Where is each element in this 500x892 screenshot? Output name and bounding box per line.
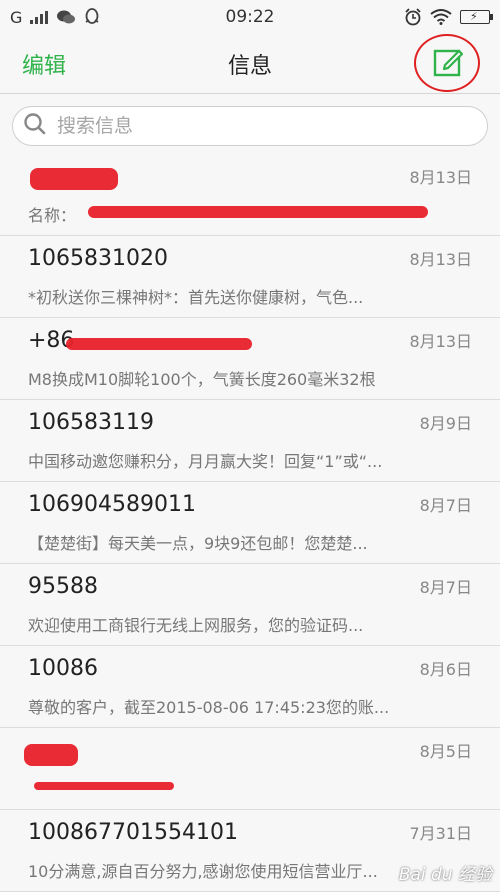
sender-name: 10086770155410​1 [28, 820, 238, 845]
message-date: 8月7日 [419, 496, 472, 515]
search-input[interactable] [55, 114, 439, 138]
message-item[interactable]: 10086 8月6日 尊敬的客户，截至2015-08-06 17:45:23您的… [0, 646, 500, 728]
nav-bar: 编辑 信息 [0, 33, 500, 94]
redaction-mark [34, 782, 174, 790]
message-date: 8月13日 [409, 332, 472, 351]
redaction-mark [88, 206, 428, 218]
sender-name: 95588 [28, 574, 98, 599]
message-preview: M8换成M10脚轮100个，气簧长度260毫米32根 [28, 370, 376, 389]
redaction-mark [30, 168, 118, 190]
message-item[interactable]: 95588 8月7日 欢迎使用工商银行无线上网服务，您的验证码... [0, 564, 500, 646]
redaction-mark [66, 338, 252, 350]
message-preview: 中国移动邀您赚积分，月月赢大奖！回复“1”或“... [28, 452, 383, 471]
battery-icon: ⚡ [460, 10, 493, 24]
sender-name: 106583119 [28, 410, 154, 435]
message-item[interactable]: 8月5日 [0, 728, 500, 810]
message-item[interactable]: 8月13日 名称： [0, 154, 500, 236]
message-preview: *初秋送你三棵神树*：首先送你健康树，气色... [28, 288, 364, 307]
message-item[interactable]: 106583119 8月9日 中国移动邀您赚积分，月月赢大奖！回复“1”或“..… [0, 400, 500, 482]
message-item[interactable]: +86 8月13日 M8换成M10脚轮100个，气簧长度260毫米32根 [0, 318, 500, 400]
message-preview: 尊敬的客户，截至2015-08-06 17:45:23您的账... [28, 698, 390, 717]
message-list: 8月13日 名称： 1065831020 8月13日 *初秋送你三棵神树*：首先… [0, 154, 500, 892]
message-item[interactable]: 106904589011 8月7日 【楚楚街】每天美一点，9块9还包邮！您楚楚.… [0, 482, 500, 564]
message-date: 7月31日 [409, 824, 472, 843]
sender-name: 106904589011 [28, 492, 196, 517]
edit-button[interactable]: 编辑 [22, 48, 66, 80]
status-bar: G 09:22 ⚡ [0, 0, 500, 34]
message-date: 8月7日 [419, 578, 472, 597]
message-date: 8月13日 [409, 250, 472, 269]
sender-name: 10086 [28, 656, 98, 681]
qq-icon [84, 8, 100, 26]
search-bar[interactable] [12, 106, 488, 146]
alarm-icon [404, 8, 422, 26]
message-date: 8月5日 [419, 742, 472, 761]
message-date: 8月9日 [419, 414, 472, 433]
message-item[interactable]: 1065831020 8月13日 *初秋送你三棵神树*：首先送你健康树，气色..… [0, 236, 500, 318]
search-icon [23, 112, 47, 140]
status-left: G [10, 8, 100, 27]
redaction-mark [24, 744, 78, 766]
wifi-icon [430, 9, 452, 25]
sender-name: 1065831020 [28, 246, 168, 271]
wechat-icon [56, 9, 76, 25]
watermark: Bai du 经验 [398, 865, 492, 885]
compose-button[interactable] [414, 33, 480, 92]
message-preview: 【楚楚街】每天美一点，9块9还包邮！您楚楚... [28, 534, 368, 553]
carrier-label: G [10, 7, 23, 27]
annotation-circle [414, 33, 480, 92]
message-date: 8月13日 [409, 168, 472, 187]
status-right: ⚡ [404, 8, 493, 26]
message-date: 8月6日 [419, 660, 472, 679]
signal-icon [30, 10, 49, 24]
message-preview: 欢迎使用工商银行无线上网服务，您的验证码... [28, 616, 364, 635]
